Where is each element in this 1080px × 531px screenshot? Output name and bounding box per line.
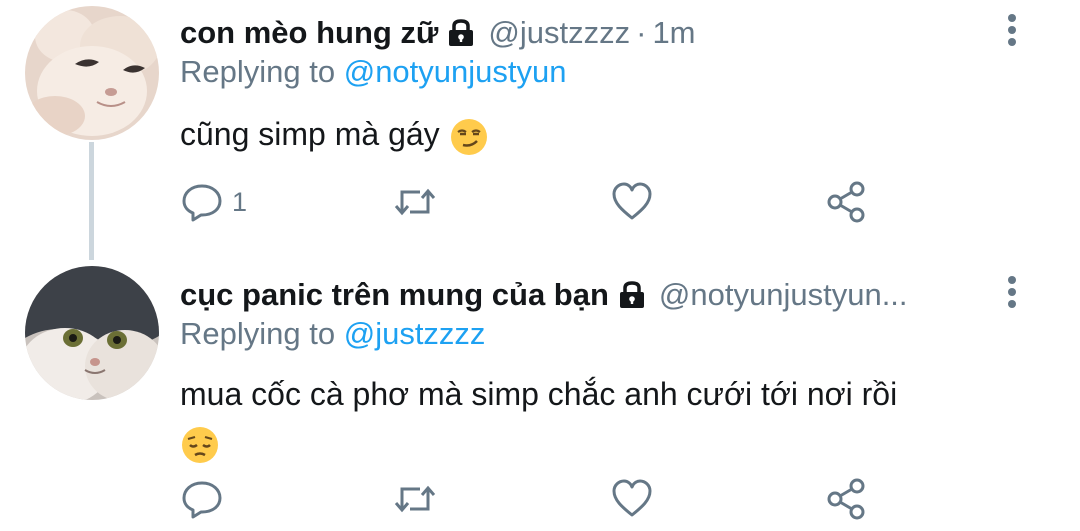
lock-icon	[619, 281, 644, 308]
avatar[interactable]	[25, 6, 159, 140]
replying-to: Replying to @justzzzz	[180, 316, 485, 352]
share-icon	[827, 181, 865, 223]
like-button[interactable]	[610, 180, 654, 224]
like-button[interactable]	[610, 477, 654, 521]
display-name[interactable]: cục panic trên mung của bạn	[180, 277, 609, 313]
tweet-body: cũng simp mà gáy	[180, 116, 440, 152]
timestamp[interactable]: 1m	[652, 15, 695, 51]
more-options-icon[interactable]	[1000, 12, 1024, 48]
user-handle[interactable]: @justzzzz	[488, 15, 630, 51]
tweet-body: mua cốc cà phơ mà simp chắc anh cưới tới…	[180, 376, 898, 412]
reply-icon	[182, 481, 222, 519]
user-handle[interactable]: @notyunjustyun...	[659, 277, 908, 313]
tweet-text: cũng simp mà gáy	[180, 110, 1000, 158]
tweet-header: con mèo hung zữ @justzzzz · 1m	[180, 14, 696, 52]
smirking-face-emoji-icon	[450, 118, 487, 155]
replying-to-link[interactable]: @justzzzz	[344, 316, 486, 351]
tweet-actions	[180, 477, 880, 521]
replying-to-link[interactable]: @notyunjustyun	[344, 54, 567, 89]
tweet-text: mua cốc cà phơ mà simp chắc anh cưới tới…	[180, 370, 1000, 466]
cat-avatar-image	[25, 266, 159, 400]
retweet-icon	[394, 485, 436, 513]
reply-icon	[182, 184, 222, 222]
separator-dot: ·	[636, 15, 647, 50]
more-options-icon[interactable]	[1000, 274, 1024, 310]
avatar[interactable]	[25, 266, 159, 400]
pensive-face-emoji-icon	[182, 426, 218, 463]
replying-to-label: Replying to	[180, 316, 336, 351]
share-button[interactable]	[824, 477, 868, 521]
thread-line	[89, 142, 94, 260]
display-name[interactable]: con mèo hung zữ	[180, 15, 438, 51]
cat-avatar-image	[25, 6, 159, 140]
tweet[interactable]: con mèo hung zữ @justzzzz · 1m Replying …	[0, 0, 1080, 262]
retweet-button[interactable]	[392, 180, 438, 224]
replying-to: Replying to @notyunjustyun	[180, 54, 567, 90]
reply-button[interactable]	[180, 477, 224, 521]
heart-icon	[612, 182, 652, 220]
share-icon	[827, 478, 865, 520]
tweet[interactable]: cục panic trên mung của bạn @notyunjusty…	[0, 262, 1080, 531]
share-button[interactable]	[824, 180, 868, 224]
tweet-header: cục panic trên mung của bạn @notyunjusty…	[180, 276, 908, 314]
heart-icon	[612, 479, 652, 517]
retweet-button[interactable]	[392, 477, 438, 521]
reply-button[interactable]: 1	[180, 180, 247, 224]
lock-icon	[449, 19, 474, 46]
retweet-icon	[394, 188, 436, 216]
reply-count: 1	[232, 186, 248, 217]
tweet-actions: 1	[180, 180, 880, 224]
replying-to-label: Replying to	[180, 54, 336, 89]
